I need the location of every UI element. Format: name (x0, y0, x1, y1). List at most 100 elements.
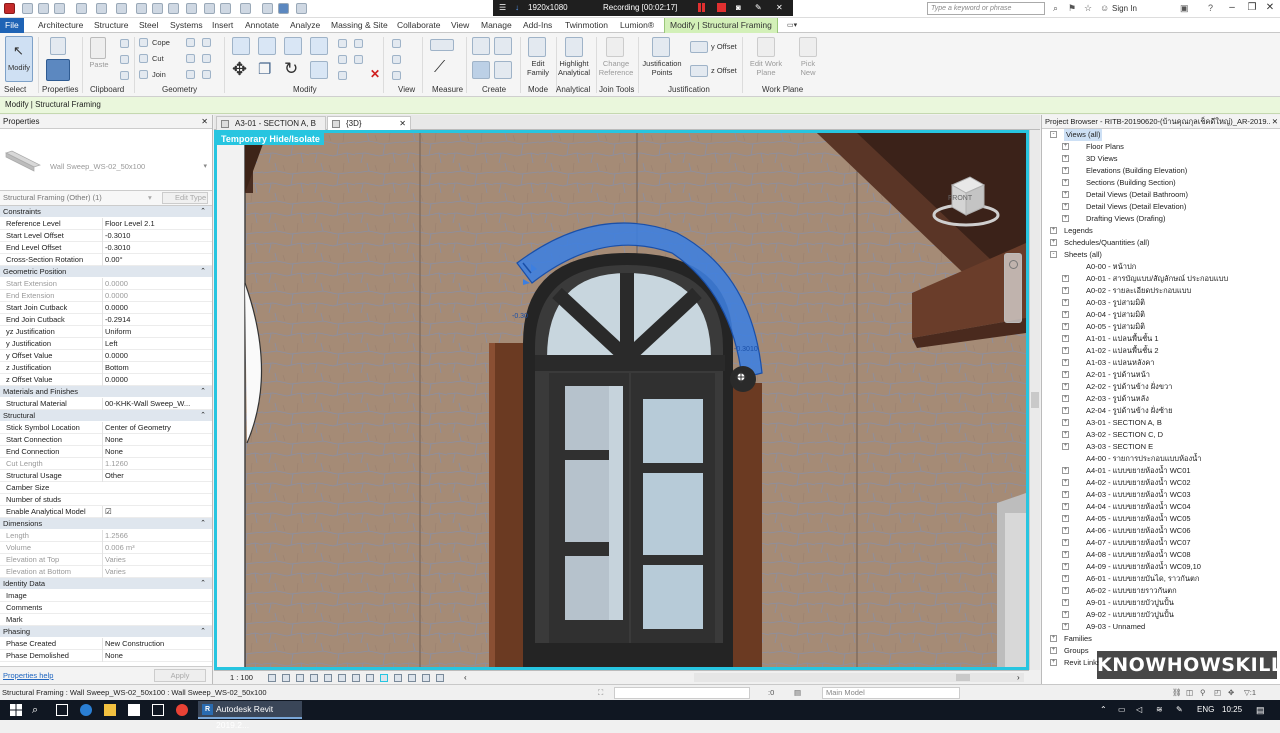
expand-toggle-icon[interactable]: + (1062, 395, 1069, 402)
expand-toggle-icon[interactable]: + (1062, 503, 1069, 510)
tab-modify-structural-framing[interactable]: Modify | Structural Framing (664, 18, 778, 33)
match-properties-icon[interactable] (120, 71, 129, 80)
browser-item[interactable]: + Families (1042, 633, 1280, 645)
browser-item[interactable]: + A0-03 - รูปสามมิติ (1042, 297, 1280, 309)
property-value[interactable]: Left (102, 338, 206, 350)
browser-item[interactable]: + A6-01 - แบบขยายบันได, ราวกันตก (1042, 573, 1280, 585)
close-tab-icon[interactable]: ✕ (399, 117, 406, 130)
notification-arrow-icon[interactable]: ⌃ (1100, 700, 1107, 720)
expand-toggle-icon[interactable]: + (1062, 527, 1069, 534)
model-canvas[interactable] (217, 133, 1026, 667)
revit-app-icon[interactable] (4, 3, 15, 14)
browser-item[interactable]: + A4-01 - แบบขยายห้องน้ำ WC01 (1042, 465, 1280, 477)
close-project-browser-icon[interactable]: ✕ (1269, 115, 1278, 128)
cut-label[interactable]: Cut (152, 54, 164, 63)
navigation-bar[interactable] (1004, 253, 1022, 323)
pin-element-icon[interactable] (338, 71, 347, 80)
browser-item[interactable]: + A4-06 - แบบขยายห้องน้ำ WC06 (1042, 525, 1280, 537)
tab-annotate[interactable]: Annotate (240, 18, 284, 33)
panel-measure[interactable]: Measure (432, 85, 463, 94)
browser-item[interactable]: + A2-04 - รูปด้านข้าง ฝั่งซ้าย (1042, 405, 1280, 417)
close-window-button[interactable]: ✕ (1260, 1, 1280, 15)
panel-properties[interactable]: Properties (42, 85, 78, 94)
store-icon[interactable] (128, 704, 140, 716)
create-group-icon[interactable] (472, 61, 490, 79)
join-icon[interactable] (139, 70, 148, 79)
align-icon[interactable] (232, 37, 250, 55)
browser-item[interactable]: + A2-03 - รูปด้านหลัง (1042, 393, 1280, 405)
expand-toggle-icon[interactable]: + (1062, 575, 1069, 582)
tab-massing-site[interactable]: Massing & Site (326, 18, 393, 33)
panel-select[interactable]: Select (4, 85, 26, 94)
sun-path-icon[interactable] (296, 674, 304, 682)
browser-item[interactable]: A0-00 - หน้าปก (1042, 261, 1280, 273)
browser-item[interactable]: + A0-05 - รูปสามมิติ (1042, 321, 1280, 333)
type-properties-icon[interactable] (46, 59, 70, 81)
dimension-icon[interactable] (152, 3, 163, 14)
language-indicator[interactable]: ENG (1197, 700, 1214, 720)
favorites-icon[interactable]: ☆ (1084, 3, 1092, 14)
design-option-selector[interactable]: Main Model (822, 687, 960, 699)
type-dropdown-icon[interactable]: ▾ (203, 162, 207, 170)
file-explorer-icon[interactable] (104, 704, 116, 716)
highlight-analytical-label[interactable]: Highlight Analytical (556, 59, 592, 77)
tab-view-3d[interactable]: {3D} ✕ (327, 116, 411, 130)
collapse-icon[interactable]: ⌃ (200, 386, 206, 398)
expand-toggle-icon[interactable]: + (1062, 155, 1069, 162)
expand-toggle-icon[interactable]: + (1062, 587, 1069, 594)
split-face-icon[interactable] (202, 38, 211, 47)
browser-item[interactable]: + A3-01 - SECTION A, B (1042, 417, 1280, 429)
tab-collaborate[interactable]: Collaborate (392, 18, 445, 33)
browser-item[interactable]: + Detail Views (Detail Bathroom) (1042, 189, 1280, 201)
edit-type-button[interactable]: Edit Type (162, 192, 208, 204)
expand-toggle-icon[interactable]: + (1050, 635, 1057, 642)
create-parts-icon[interactable] (494, 37, 512, 55)
panel-join-tools[interactable]: Join Tools (599, 85, 634, 94)
browser-item[interactable]: + Drafting Views (Drafing) (1042, 213, 1280, 225)
edit-work-plane-label[interactable]: Edit Work Plane (746, 59, 786, 77)
create-assembly-icon[interactable] (472, 37, 490, 55)
expand-toggle-icon[interactable]: + (1062, 419, 1069, 426)
expand-toggle-icon[interactable]: + (1062, 431, 1069, 438)
temp-hide-isolate-icon[interactable] (380, 674, 388, 682)
search-taskbar-icon[interactable]: ⌕ (32, 704, 44, 716)
browser-item[interactable]: + A1-02 - แปลนพื้นชั้น 2 (1042, 345, 1280, 357)
task-view-icon[interactable] (56, 704, 68, 716)
show-crop-icon[interactable] (352, 674, 360, 682)
expand-toggle-icon[interactable]: + (1062, 443, 1069, 450)
search-icon[interactable]: ⌕ (1053, 3, 1058, 14)
array-icon[interactable] (338, 55, 347, 64)
panel-analytical[interactable]: Analytical (556, 85, 590, 94)
crop-view-icon[interactable] (338, 674, 346, 682)
pause-icon[interactable] (698, 3, 701, 12)
tab-add-ins[interactable]: Add-Ins (518, 18, 557, 33)
trim-extend-icon[interactable] (310, 61, 328, 79)
property-value[interactable]: ☑ (102, 506, 206, 518)
apply-button[interactable]: Apply (154, 669, 206, 682)
offset-icon[interactable] (258, 37, 276, 55)
constraints-icon[interactable] (436, 674, 444, 682)
undo-icon[interactable] (76, 3, 87, 14)
tab-lumion[interactable]: Lumion® (615, 18, 659, 33)
viewport-vertical-scrollbar[interactable] (1029, 130, 1040, 670)
property-value[interactable]: 00-KHK-Wall Sweep_W... (102, 398, 206, 410)
browser-item[interactable]: + A4-07 - แบบขยายห้องน้ำ WC07 (1042, 537, 1280, 549)
search-input[interactable]: Type a keyword or phrase (927, 2, 1045, 15)
close-recorder-icon[interactable]: ✕ (776, 3, 783, 12)
panel-geometry[interactable]: Geometry (162, 85, 197, 94)
cope-label[interactable]: Cope (152, 38, 170, 47)
browser-item[interactable]: + A9-03 - Unnamed (1042, 621, 1280, 633)
expand-toggle-icon[interactable]: + (1062, 407, 1069, 414)
switch-windows-icon[interactable] (262, 3, 273, 14)
filter-icon[interactable]: ▽:1 (1244, 685, 1256, 700)
workset-selector[interactable] (614, 687, 750, 699)
tab-view[interactable]: View (446, 18, 474, 33)
expand-toggle-icon[interactable]: + (1062, 611, 1069, 618)
tab-view-section[interactable]: A3-01 - SECTION A, B (216, 116, 326, 130)
property-section[interactable]: Dimensions ⌃ (0, 518, 212, 530)
property-section[interactable]: Geometric Position ⌃ (0, 266, 212, 278)
browser-item[interactable]: + A0-02 - รายละเอียดประกอบแบบ (1042, 285, 1280, 297)
collapse-icon[interactable]: ⌃ (200, 410, 206, 422)
browser-item[interactable]: + A3-03 - SECTION E (1042, 441, 1280, 453)
tab-structure[interactable]: Structure (89, 18, 134, 33)
